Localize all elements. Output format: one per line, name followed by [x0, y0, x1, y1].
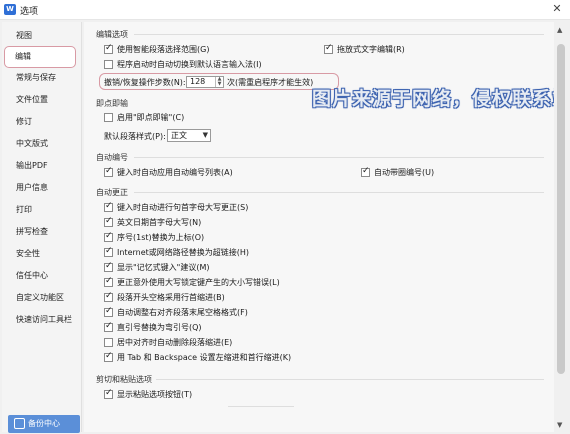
auto-correct-label: 用 Tab 和 Backspace 设置左缩进和首行缩进(K)	[117, 353, 292, 362]
title-bar: W 选项 ✕	[0, 0, 570, 20]
auto-correct-label: 居中对齐时自动删除段落缩进(E)	[117, 338, 233, 347]
sidebar-item-user-info[interactable]: 用户信息	[6, 178, 76, 198]
backup-center-button[interactable]: 备份中心	[8, 415, 80, 433]
undo-steps-value: 128	[190, 77, 206, 86]
scroll-up-icon[interactable]: ▲	[557, 26, 562, 34]
auto-correct-label: 更正意外使用大写锁定键产生的大小写错误(L)	[117, 278, 280, 287]
click-and-type-label: 启用"即点即输"(C)	[117, 113, 185, 122]
divider	[134, 192, 544, 193]
sidebar-item-general-save[interactable]: 常规与保存	[6, 68, 76, 88]
section-title-auto-numbering: 自动编号	[96, 153, 128, 162]
auto-correct-checkbox[interactable]	[104, 246, 113, 257]
sidebar-item-trust-center[interactable]: 信任中心	[6, 266, 76, 286]
sidebar-item-print[interactable]: 打印	[6, 200, 76, 220]
default-style-value: 正文	[171, 131, 187, 140]
auto-correct-checkbox[interactable]	[104, 291, 113, 302]
show-paste-button-checkbox[interactable]	[104, 388, 113, 399]
divider	[134, 34, 544, 35]
default-style-label: 默认段落样式(P):	[104, 132, 166, 141]
watermark-text: 图片来源于网络，侵权联系站长删除！	[312, 88, 554, 110]
sidebar-item-view[interactable]: 视图	[6, 26, 76, 46]
section-title-cut-paste: 剪切和粘贴选项	[96, 375, 152, 384]
auto-correct-checkbox[interactable]	[104, 306, 113, 317]
close-icon[interactable]: ✕	[550, 2, 564, 16]
auto-correct-checkbox[interactable]	[104, 201, 113, 212]
auto-list-checkbox[interactable]	[104, 166, 113, 177]
sidebar-item-spell-check[interactable]: 拼写检查	[6, 222, 76, 242]
auto-bullet-label: 自动带圈编号(U)	[374, 168, 435, 177]
auto-correct-checkbox[interactable]	[104, 276, 113, 287]
auto-correct-label: 显示"记忆式键入"建议(M)	[117, 263, 210, 272]
auto-correct-checkbox[interactable]	[104, 216, 113, 227]
auto-correct-label: 段落开头空格采用行首缩进(B)	[117, 293, 225, 302]
spinner-arrows-icon[interactable]: ▲ ▼	[215, 77, 223, 87]
undo-steps-label: 撤销/恢复操作步数(N):	[104, 78, 186, 87]
auto-correct-checkbox[interactable]	[104, 231, 113, 242]
section-title-auto-correct: 自动更正	[96, 188, 128, 197]
backup-center-label: 备份中心	[28, 419, 60, 428]
backup-icon	[14, 418, 25, 429]
smart-paragraph-label: 使用智能段落选择范围(G)	[117, 45, 210, 54]
auto-switch-ime-label: 程序启动时自动切换到默认语言输入法(I)	[117, 60, 262, 69]
window-title: 选项	[20, 7, 39, 17]
auto-correct-checkbox[interactable]	[104, 261, 113, 272]
show-paste-button-label: 显示粘贴选项按钮(T)	[117, 390, 193, 399]
auto-correct-label: 自动调整右对齐段落末尾空格格式(F)	[117, 308, 248, 317]
drag-drop-checkbox[interactable]	[324, 43, 333, 54]
sidebar-item-quick-access[interactable]: 快速访问工具栏	[6, 310, 76, 330]
section-title-edit-options: 编辑选项	[96, 30, 128, 39]
sidebar-item-security[interactable]: 安全性	[6, 244, 76, 264]
scrollbar-thumb[interactable]	[557, 44, 565, 374]
options-sidebar: 视图 编辑 常规与保存 文件位置 修订 中文版式 输出PDF 用户信息 打印 拼…	[2, 22, 82, 433]
divider	[134, 157, 544, 158]
auto-switch-ime-checkbox[interactable]	[104, 60, 113, 69]
auto-bullet-checkbox[interactable]	[361, 166, 370, 177]
auto-correct-checkbox[interactable]	[104, 321, 113, 332]
undo-steps-spinner[interactable]: 128 ▲ ▼	[186, 76, 224, 88]
section-title-click-and-type: 即点即输	[96, 99, 128, 108]
scroll-down-icon[interactable]: ▼	[557, 421, 562, 429]
divider	[156, 379, 544, 380]
auto-correct-checkbox[interactable]	[104, 351, 113, 362]
auto-correct-label: 序号(1st)替换为上标(O)	[117, 233, 205, 242]
wps-app-icon: W	[4, 4, 16, 15]
auto-correct-label: 英文日期首字母大写(N)	[117, 218, 202, 227]
auto-correct-checkbox[interactable]	[104, 338, 113, 347]
chevron-down-icon: ▼	[202, 131, 208, 139]
auto-correct-label: Internet或网络路径替换为超链接(H)	[117, 248, 250, 257]
sidebar-item-edit[interactable]: 编辑	[4, 46, 76, 68]
auto-correct-label: 直引号替换为弯引号(Q)	[117, 323, 202, 332]
sidebar-item-file-location[interactable]: 文件位置	[6, 90, 76, 110]
vertical-scrollbar[interactable]: ▲ ▼	[554, 22, 568, 432]
sidebar-item-custom-ribbon[interactable]: 自定义功能区	[6, 288, 76, 308]
sidebar-item-chinese-layout[interactable]: 中文版式	[6, 134, 76, 154]
default-style-select[interactable]: 正文 ▼	[167, 129, 211, 142]
edit-options-panel: 编辑选项 使用智能段落选择范围(G) 拖放式文字编辑(R) 程序启动时自动切换到…	[84, 22, 554, 432]
auto-list-label: 键入时自动应用自动编号列表(A)	[117, 168, 233, 177]
drag-drop-label: 拖放式文字编辑(R)	[337, 45, 405, 54]
undo-steps-note: 次(需重启程序才能生效)	[227, 78, 314, 87]
smart-paragraph-checkbox[interactable]	[104, 43, 113, 54]
divider	[228, 406, 294, 407]
sidebar-item-revision[interactable]: 修订	[6, 112, 76, 132]
sidebar-item-export-pdf[interactable]: 输出PDF	[6, 156, 76, 176]
click-and-type-checkbox[interactable]	[104, 113, 113, 122]
auto-correct-label: 键入时自动进行句首字母大写更正(S)	[117, 203, 249, 212]
